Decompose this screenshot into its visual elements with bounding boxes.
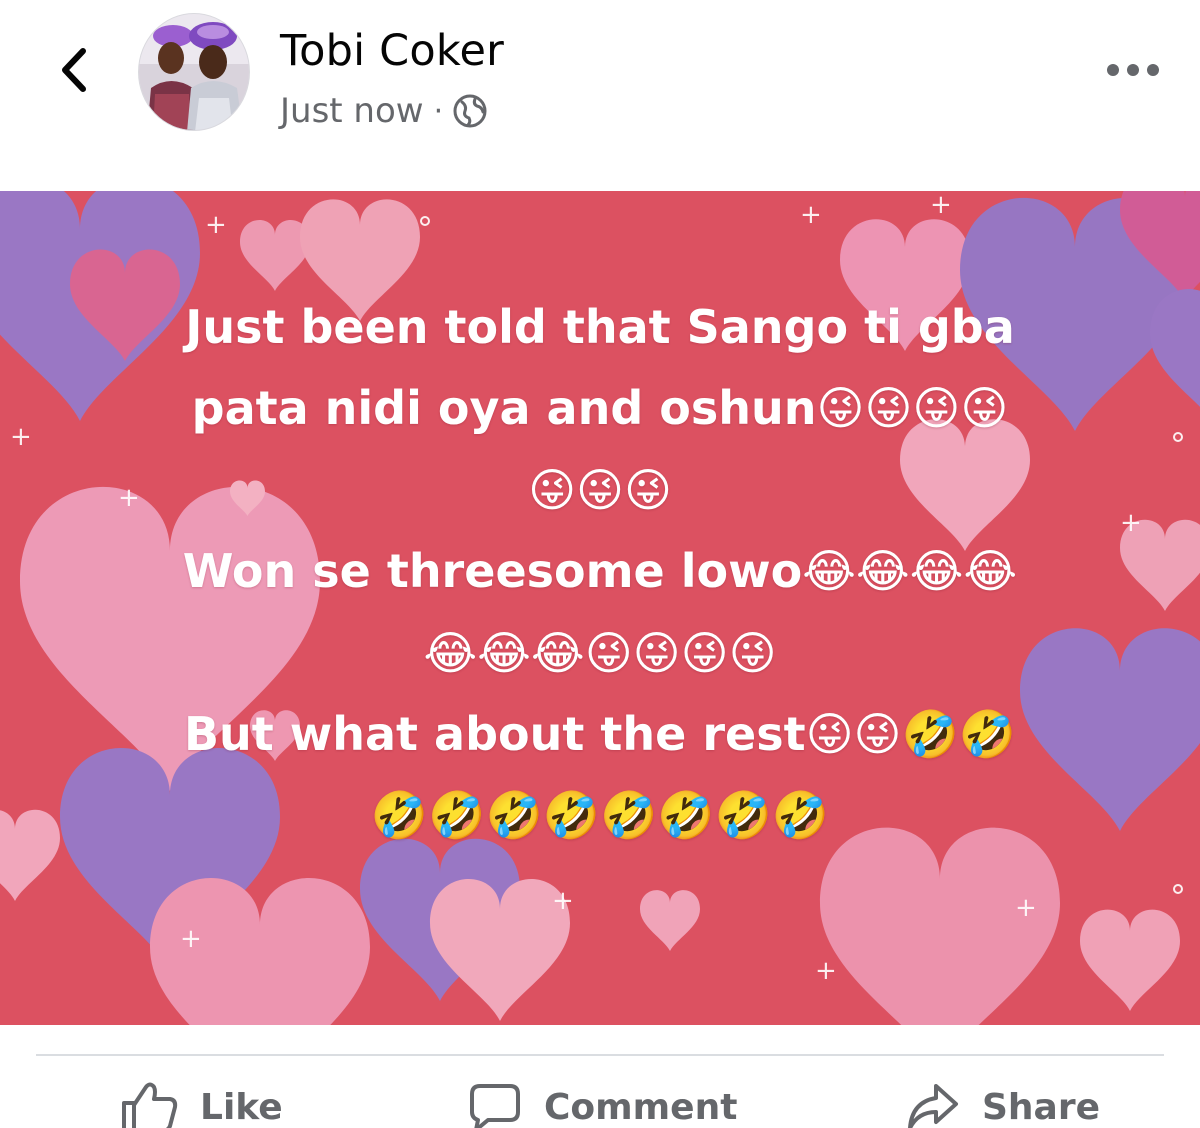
meta-separator: · [433,93,444,129]
avatar[interactable] [138,13,250,131]
svg-text:+: + [552,886,574,916]
comment-icon [470,1084,520,1128]
share-button[interactable]: Share [906,1082,1100,1128]
svg-text:+: + [180,924,202,954]
globe-icon [453,94,487,128]
thumbs-up-icon [122,1082,178,1128]
post-meta: Just now · [280,88,487,134]
ellipsis-icon [1107,64,1159,76]
author-name[interactable]: Tobi Coker [280,26,504,76]
svg-text:+: + [815,956,837,986]
comment-button[interactable]: Comment [468,1082,737,1128]
action-divider [36,1054,1164,1056]
back-button[interactable] [44,40,104,100]
post-text-line: Won se threesome lowo😂😂😂😂 [182,544,1018,599]
svg-text:+: + [930,191,952,220]
svg-text:+: + [800,200,822,230]
post-text-line: 😜😜😜 [528,462,672,517]
post-text-line: 🤣🤣🤣🤣🤣🤣🤣🤣 [370,788,830,843]
like-button[interactable]: Like [120,1082,283,1128]
timestamp[interactable]: Just now [280,91,424,131]
share-icon [908,1084,958,1128]
comment-label: Comment [544,1086,738,1128]
svg-text:+: + [1015,893,1037,923]
chevron-left-icon [62,48,86,92]
facebook-post-view: Tobi Coker Just now · + + + + + + + + + … [0,0,1200,1128]
post-text-line: But what about the rest😜😜🤣🤣 [183,707,1017,762]
svg-text:+: + [10,422,32,452]
post-background[interactable]: + + + + + + + + + + Just been told that … [0,191,1200,1025]
post-text-line: Just been told that Sango ti gba [185,300,1015,354]
svg-text:+: + [205,210,227,240]
share-label: Share [982,1086,1101,1128]
post-text: Just been told that Sango ti gba pata ni… [60,287,1140,857]
post-text-line: pata nidi oya and oshun😜😜😜😜 [191,381,1009,436]
post-text-line: 😂😂😂😜😜😜😜 [423,625,777,680]
more-options-button[interactable] [1100,50,1166,90]
like-label: Like [200,1086,283,1128]
